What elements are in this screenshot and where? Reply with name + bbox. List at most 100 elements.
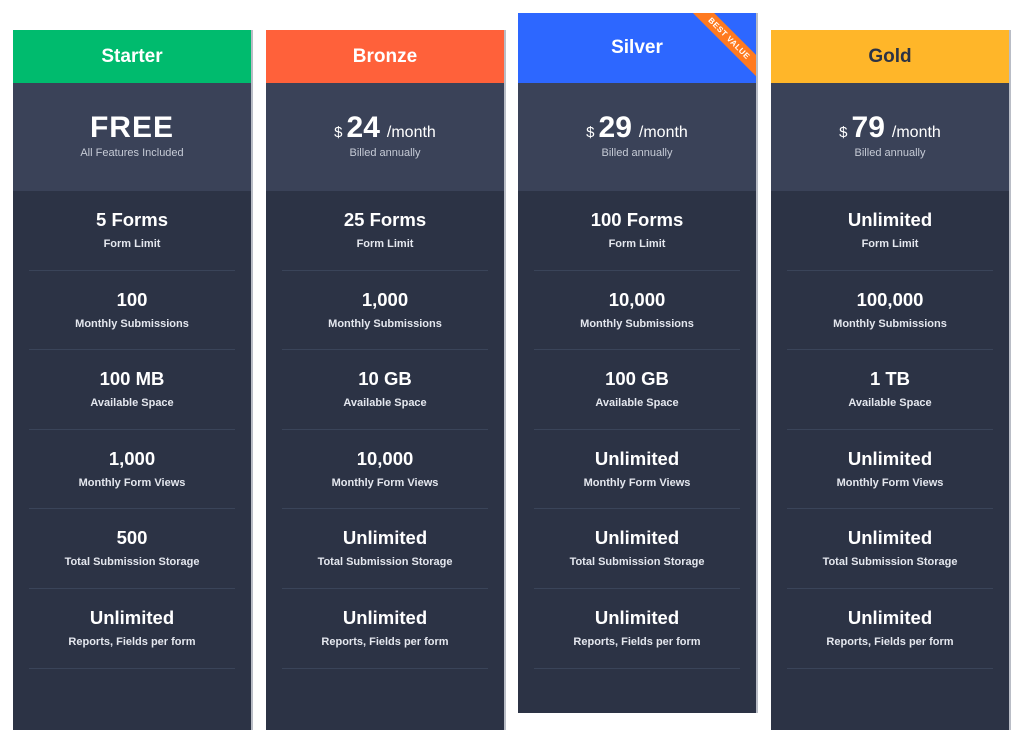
feature-value: Unlimited (594, 527, 680, 549)
feature-row: 100 Forms Form Limit (534, 191, 740, 271)
feature-row: 500 Total Submission Storage (29, 509, 235, 589)
feature-value: Unlimited (342, 606, 428, 628)
feature-label: Form Limit (861, 238, 919, 250)
feature-row: Unlimited Reports, Fields per form (787, 589, 993, 669)
feature-row: Unlimited Reports, Fields per form (29, 589, 235, 669)
plan-header: Bronze (266, 30, 504, 83)
plan-card-gold[interactable]: Gold $ 79 /month Billed annually Unlimit… (771, 30, 1011, 730)
feature-label: Reports, Fields per form (573, 635, 701, 648)
feature-label: Monthly Submissions (75, 317, 189, 330)
feature-label: Monthly Form Views (836, 476, 944, 489)
plan-name: Bronze (352, 45, 418, 67)
feature-row: Unlimited Form Limit (787, 191, 993, 271)
feature-label: Monthly Form Views (331, 476, 439, 489)
price-period: /month (891, 124, 941, 141)
feature-value: 1,000 (361, 288, 409, 310)
price-period: /month (638, 124, 688, 141)
feature-row: 100 MB Available Space (29, 350, 235, 430)
feature-row: 5 Forms Form Limit (29, 191, 235, 271)
price-subtext: Billed annually (601, 147, 673, 159)
feature-value: Unlimited (847, 447, 933, 469)
feature-row: 1,000 Monthly Submissions (282, 271, 488, 351)
feature-value: Unlimited (89, 606, 175, 628)
feature-value: Unlimited (847, 606, 933, 628)
best-value-ribbon: BEST VALUE (684, 13, 756, 85)
price-amount: 24 (346, 111, 380, 144)
plan-name: Silver (611, 37, 663, 58)
feature-label: Form Limit (608, 238, 666, 250)
price-section: FREE All Features Included (13, 83, 251, 191)
feature-label: Reports, Fields per form (321, 635, 449, 648)
feature-row: 10 GB Available Space (282, 350, 488, 430)
price-amount: 79 (851, 111, 885, 144)
plan-card-silver[interactable]: Silver BEST VALUE $ 29 /month Billed ann… (518, 13, 758, 713)
feature-row: 10,000 Monthly Form Views (282, 430, 488, 510)
feature-value: Unlimited (847, 527, 933, 549)
feature-value: Unlimited (594, 606, 680, 628)
feature-row: 100 Monthly Submissions (29, 271, 235, 351)
price-subtext: Billed annually (854, 147, 926, 159)
feature-row: Unlimited Total Submission Storage (282, 509, 488, 589)
feature-row: Unlimited Total Submission Storage (534, 509, 740, 589)
feature-label: Monthly Submissions (328, 317, 442, 330)
feature-value: 25 Forms (343, 209, 427, 230)
price-subtext: Billed annually (349, 147, 421, 159)
feature-label: Reports, Fields per form (68, 635, 196, 648)
feature-label: Monthly Form Views (78, 476, 186, 489)
feature-value: 10 GB (358, 368, 412, 390)
feature-label: Monthly Form Views (583, 476, 691, 489)
feature-label: Total Submission Storage (64, 556, 200, 569)
feature-value: Unlimited (594, 447, 680, 469)
feature-row: Unlimited Monthly Form Views (787, 430, 993, 510)
feature-row: Unlimited Reports, Fields per form (534, 589, 740, 669)
feature-row: 1,000 Monthly Form Views (29, 430, 235, 510)
price-currency: $ (839, 124, 848, 141)
feature-row: 10,000 Monthly Submissions (534, 271, 740, 351)
feature-value: 5 Forms (96, 209, 168, 230)
best-value-badge: BEST VALUE (684, 13, 756, 83)
plan-card-starter[interactable]: Starter FREE All Features Included 5 For… (13, 30, 253, 730)
plan-name: Gold (868, 45, 912, 67)
plan-header: Silver BEST VALUE (518, 13, 756, 83)
feature-value: 500 (116, 527, 148, 549)
feature-value: 1 TB (869, 368, 911, 390)
feature-row: 25 Forms Form Limit (282, 191, 488, 271)
price-period: /month (386, 124, 436, 141)
feature-row: 100,000 Monthly Submissions (787, 271, 993, 351)
price-currency: $ (334, 124, 343, 141)
feature-label: Form Limit (356, 238, 414, 250)
price-currency: $ (586, 124, 595, 141)
feature-row: 1 TB Available Space (787, 350, 993, 430)
price-section: $ 24 /month Billed annually (266, 83, 504, 191)
feature-value: 100 (116, 288, 148, 310)
plan-name: Starter (101, 45, 163, 67)
feature-value: 100 MB (99, 368, 165, 390)
feature-label: Available Space (90, 397, 174, 410)
plan-header: Gold (771, 30, 1009, 83)
price-section: $ 79 /month Billed annually (771, 83, 1009, 191)
price-free: FREE (89, 111, 174, 144)
feature-row: Unlimited Monthly Form Views (534, 430, 740, 510)
feature-row: Unlimited Total Submission Storage (787, 509, 993, 589)
feature-value: 100 GB (605, 368, 669, 390)
feature-value: 100,000 (856, 288, 924, 310)
feature-label: Reports, Fields per form (826, 635, 954, 648)
price-section: $ 29 /month Billed annually (518, 83, 756, 191)
price-amount: 29 (598, 111, 632, 144)
feature-label: Total Submission Storage (317, 556, 453, 569)
feature-value: 1,000 (108, 447, 156, 469)
feature-label: Monthly Submissions (580, 317, 694, 330)
feature-label: Monthly Submissions (833, 317, 947, 330)
feature-row: 100 GB Available Space (534, 350, 740, 430)
plan-header: Starter (13, 30, 251, 83)
feature-value: Unlimited (342, 527, 428, 549)
feature-value: 100 Forms (590, 209, 684, 230)
feature-value: 10,000 (608, 288, 666, 310)
price-subtext: All Features Included (80, 147, 184, 159)
feature-label: Total Submission Storage (822, 556, 958, 569)
feature-value: Unlimited (847, 209, 933, 230)
plan-card-bronze[interactable]: Bronze $ 24 /month Billed annually 25 Fo… (266, 30, 506, 730)
feature-label: Available Space (848, 397, 932, 410)
feature-row: Unlimited Reports, Fields per form (282, 589, 488, 669)
feature-value: 10,000 (356, 447, 414, 469)
